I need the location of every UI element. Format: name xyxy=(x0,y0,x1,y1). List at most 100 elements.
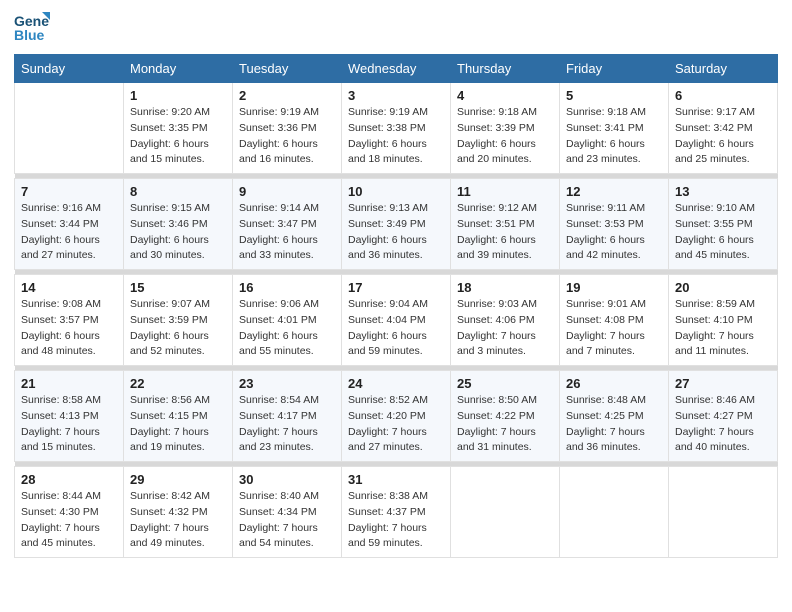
day-info: Sunrise: 9:03 AMSunset: 4:06 PMDaylight:… xyxy=(457,297,553,360)
day-cell: 26 Sunrise: 8:48 AMSunset: 4:25 PMDayligh… xyxy=(560,371,669,462)
header-row: SundayMondayTuesdayWednesdayThursdayFrid… xyxy=(15,55,778,83)
day-cell: 22Sunrise: 8:56 AMSunset: 4:15 PMDayligh… xyxy=(124,371,233,462)
svg-text:Blue: Blue xyxy=(14,27,45,43)
day-info: Sunrise: 9:04 AMSunset: 4:04 PMDaylight:… xyxy=(348,297,444,360)
day-info: Sunrise: 8:48 AMSunset: 4:25 PMDaylight:… xyxy=(566,393,662,456)
week-row-4: 21Sunrise: 8:58 AMSunset: 4:13 PMDayligh… xyxy=(15,371,778,462)
week-row-3: 14Sunrise: 9:08 AMSunset: 3:57 PMDayligh… xyxy=(15,275,778,366)
day-number: 16 xyxy=(239,280,335,295)
day-number: 7 xyxy=(21,184,117,199)
day-number: 10 xyxy=(348,184,444,199)
day-cell: 7 Sunrise: 9:16 AMSunset: 3:44 PMDaylight… xyxy=(15,179,124,270)
day-cell xyxy=(451,467,560,558)
day-cell: 29 Sunrise: 8:42 AMSunset: 4:32 PMDayligh… xyxy=(124,467,233,558)
day-info: Sunrise: 9:13 AMSunset: 3:49 PMDaylight:… xyxy=(348,201,444,264)
day-info: Sunrise: 9:10 AMSunset: 3:55 PMDaylight:… xyxy=(675,201,771,264)
day-number: 17 xyxy=(348,280,444,295)
day-info: Sunrise: 9:07 AMSunset: 3:59 PMDaylight:… xyxy=(130,297,226,360)
day-cell: 25Sunrise: 8:50 AMSunset: 4:22 PMDayligh… xyxy=(451,371,560,462)
day-info: Sunrise: 8:56 AMSunset: 4:15 PMDaylight:… xyxy=(130,393,226,456)
day-cell: 13 Sunrise: 9:10 AMSunset: 3:55 PMDayligh… xyxy=(669,179,778,270)
day-info: Sunrise: 8:40 AMSunset: 4:34 PMDaylight:… xyxy=(239,489,335,552)
day-info: Sunrise: 9:08 AMSunset: 3:57 PMDaylight:… xyxy=(21,297,117,360)
day-info: Sunrise: 8:44 AMSunset: 4:30 PMDaylight:… xyxy=(21,489,117,552)
day-cell: 9 Sunrise: 9:14 AMSunset: 3:47 PMDaylight… xyxy=(233,179,342,270)
day-cell: 4 Sunrise: 9:18 AMSunset: 3:39 PMDaylight… xyxy=(451,83,560,174)
day-info: Sunrise: 9:06 AMSunset: 4:01 PMDaylight:… xyxy=(239,297,335,360)
day-cell xyxy=(15,83,124,174)
day-cell: 8 Sunrise: 9:15 AMSunset: 3:46 PMDaylight… xyxy=(124,179,233,270)
day-info: Sunrise: 8:52 AMSunset: 4:20 PMDaylight:… xyxy=(348,393,444,456)
day-cell xyxy=(669,467,778,558)
page: General Blue SundayMondayTuesdayWednesda… xyxy=(0,0,792,612)
day-number: 9 xyxy=(239,184,335,199)
week-row-2: 7 Sunrise: 9:16 AMSunset: 3:44 PMDaylight… xyxy=(15,179,778,270)
day-cell: 17 Sunrise: 9:04 AMSunset: 4:04 PMDayligh… xyxy=(342,275,451,366)
day-number: 1 xyxy=(130,88,226,103)
day-info: Sunrise: 9:12 AMSunset: 3:51 PMDaylight:… xyxy=(457,201,553,264)
day-info: Sunrise: 9:19 AMSunset: 3:38 PMDaylight:… xyxy=(348,105,444,168)
day-cell: 19 Sunrise: 9:01 AMSunset: 4:08 PMDayligh… xyxy=(560,275,669,366)
day-cell: 30 Sunrise: 8:40 AMSunset: 4:34 PMDayligh… xyxy=(233,467,342,558)
day-cell: 5 Sunrise: 9:18 AMSunset: 3:41 PMDaylight… xyxy=(560,83,669,174)
day-info: Sunrise: 8:42 AMSunset: 4:32 PMDaylight:… xyxy=(130,489,226,552)
day-info: Sunrise: 9:14 AMSunset: 3:47 PMDaylight:… xyxy=(239,201,335,264)
day-number: 31 xyxy=(348,472,444,487)
day-cell: 14Sunrise: 9:08 AMSunset: 3:57 PMDayligh… xyxy=(15,275,124,366)
day-number: 26 xyxy=(566,376,662,391)
day-cell: 28 Sunrise: 8:44 AMSunset: 4:30 PMDayligh… xyxy=(15,467,124,558)
day-cell: 2 Sunrise: 9:19 AMSunset: 3:36 PMDaylight… xyxy=(233,83,342,174)
day-info: Sunrise: 9:15 AMSunset: 3:46 PMDaylight:… xyxy=(130,201,226,264)
col-header-saturday: Saturday xyxy=(669,55,778,83)
day-info: Sunrise: 9:11 AMSunset: 3:53 PMDaylight:… xyxy=(566,201,662,264)
day-number: 28 xyxy=(21,472,117,487)
day-info: Sunrise: 8:50 AMSunset: 4:22 PMDaylight:… xyxy=(457,393,553,456)
day-info: Sunrise: 8:38 AMSunset: 4:37 PMDaylight:… xyxy=(348,489,444,552)
day-number: 30 xyxy=(239,472,335,487)
day-number: 23 xyxy=(239,376,335,391)
day-cell: 1 Sunrise: 9:20 AMSunset: 3:35 PMDaylight… xyxy=(124,83,233,174)
day-cell: 31 Sunrise: 8:38 AMSunset: 4:37 PMDayligh… xyxy=(342,467,451,558)
day-cell xyxy=(560,467,669,558)
day-number: 12 xyxy=(566,184,662,199)
week-row-5: 28 Sunrise: 8:44 AMSunset: 4:30 PMDayligh… xyxy=(15,467,778,558)
day-info: Sunrise: 8:46 AMSunset: 4:27 PMDaylight:… xyxy=(675,393,771,456)
day-number: 19 xyxy=(566,280,662,295)
day-info: Sunrise: 9:16 AMSunset: 3:44 PMDaylight:… xyxy=(21,201,117,264)
day-cell: 15 Sunrise: 9:07 AMSunset: 3:59 PMDayligh… xyxy=(124,275,233,366)
week-row-1: 1 Sunrise: 9:20 AMSunset: 3:35 PMDaylight… xyxy=(15,83,778,174)
day-info: Sunrise: 8:54 AMSunset: 4:17 PMDaylight:… xyxy=(239,393,335,456)
day-info: Sunrise: 9:18 AMSunset: 3:41 PMDaylight:… xyxy=(566,105,662,168)
day-number: 8 xyxy=(130,184,226,199)
day-info: Sunrise: 9:20 AMSunset: 3:35 PMDaylight:… xyxy=(130,105,226,168)
day-number: 15 xyxy=(130,280,226,295)
day-cell: 18Sunrise: 9:03 AMSunset: 4:06 PMDayligh… xyxy=(451,275,560,366)
day-cell: 12 Sunrise: 9:11 AMSunset: 3:53 PMDayligh… xyxy=(560,179,669,270)
day-cell: 27 Sunrise: 8:46 AMSunset: 4:27 PMDayligh… xyxy=(669,371,778,462)
day-number: 13 xyxy=(675,184,771,199)
day-number: 11 xyxy=(457,184,553,199)
day-cell: 3 Sunrise: 9:19 AMSunset: 3:38 PMDaylight… xyxy=(342,83,451,174)
day-cell: 24Sunrise: 8:52 AMSunset: 4:20 PMDayligh… xyxy=(342,371,451,462)
day-number: 2 xyxy=(239,88,335,103)
calendar-table: SundayMondayTuesdayWednesdayThursdayFrid… xyxy=(14,54,778,558)
day-number: 5 xyxy=(566,88,662,103)
day-info: Sunrise: 8:59 AMSunset: 4:10 PMDaylight:… xyxy=(675,297,771,360)
day-number: 27 xyxy=(675,376,771,391)
col-header-monday: Monday xyxy=(124,55,233,83)
day-info: Sunrise: 9:01 AMSunset: 4:08 PMDaylight:… xyxy=(566,297,662,360)
col-header-thursday: Thursday xyxy=(451,55,560,83)
day-number: 20 xyxy=(675,280,771,295)
day-cell: 21Sunrise: 8:58 AMSunset: 4:13 PMDayligh… xyxy=(15,371,124,462)
day-number: 4 xyxy=(457,88,553,103)
day-cell: 20 Sunrise: 8:59 AMSunset: 4:10 PMDayligh… xyxy=(669,275,778,366)
day-cell: 10 Sunrise: 9:13 AMSunset: 3:49 PMDayligh… xyxy=(342,179,451,270)
day-cell: 23 Sunrise: 8:54 AMSunset: 4:17 PMDayligh… xyxy=(233,371,342,462)
col-header-tuesday: Tuesday xyxy=(233,55,342,83)
day-number: 21 xyxy=(21,376,117,391)
day-info: Sunrise: 9:18 AMSunset: 3:39 PMDaylight:… xyxy=(457,105,553,168)
day-number: 6 xyxy=(675,88,771,103)
day-info: Sunrise: 9:19 AMSunset: 3:36 PMDaylight:… xyxy=(239,105,335,168)
day-number: 29 xyxy=(130,472,226,487)
day-number: 3 xyxy=(348,88,444,103)
